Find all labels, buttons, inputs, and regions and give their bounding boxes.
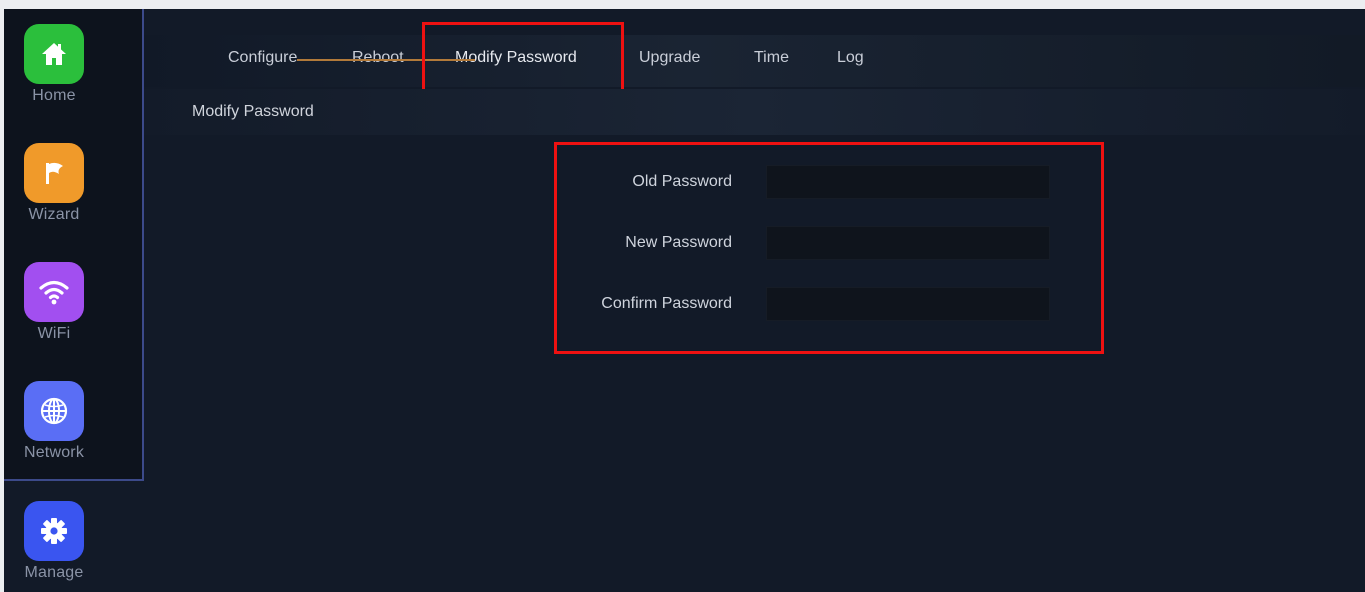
gear-icon [24,501,84,561]
section-header: Modify Password [144,89,1365,135]
sidebar: Home Wizard WiFi Network [4,9,144,481]
globe-icon [24,381,84,441]
sidebar-item-label: WiFi [37,325,71,342]
sidebar-item-manage[interactable]: Manage [4,501,104,582]
sidebar-item-label: Home [32,87,76,104]
tab-configure[interactable]: Configure [228,49,297,67]
tab-time[interactable]: Time [754,49,789,67]
new-password-input[interactable] [766,226,1050,260]
sidebar-item-wifi[interactable]: WiFi [4,262,104,343]
tab-log[interactable]: Log [837,49,864,67]
app-frame: Home Wizard WiFi Network Manage Configur… [4,9,1365,592]
new-password-label: New Password [625,234,732,251]
sidebar-item-label: Wizard [28,206,80,223]
sidebar-item-network[interactable]: Network [4,381,104,462]
home-icon [24,24,84,84]
old-password-label: Old Password [632,173,732,190]
tab-upgrade[interactable]: Upgrade [639,49,700,67]
sidebar-item-label: Network [23,444,85,461]
tab-reboot[interactable]: Reboot [352,49,404,67]
sidebar-item-home[interactable]: Home [4,24,104,105]
highlight-box-tab [422,22,624,98]
wifi-icon [24,262,84,322]
confirm-password-input[interactable] [766,287,1050,321]
flag-icon [24,143,84,203]
section-title: Modify Password [192,103,314,120]
sidebar-item-wizard[interactable]: Wizard [4,143,104,224]
tab-bar: Configure Reboot Modify Password Upgrade… [144,35,1365,87]
sidebar-item-label: Manage [24,564,84,581]
confirm-password-label: Confirm Password [601,295,732,312]
old-password-input[interactable] [766,165,1050,199]
